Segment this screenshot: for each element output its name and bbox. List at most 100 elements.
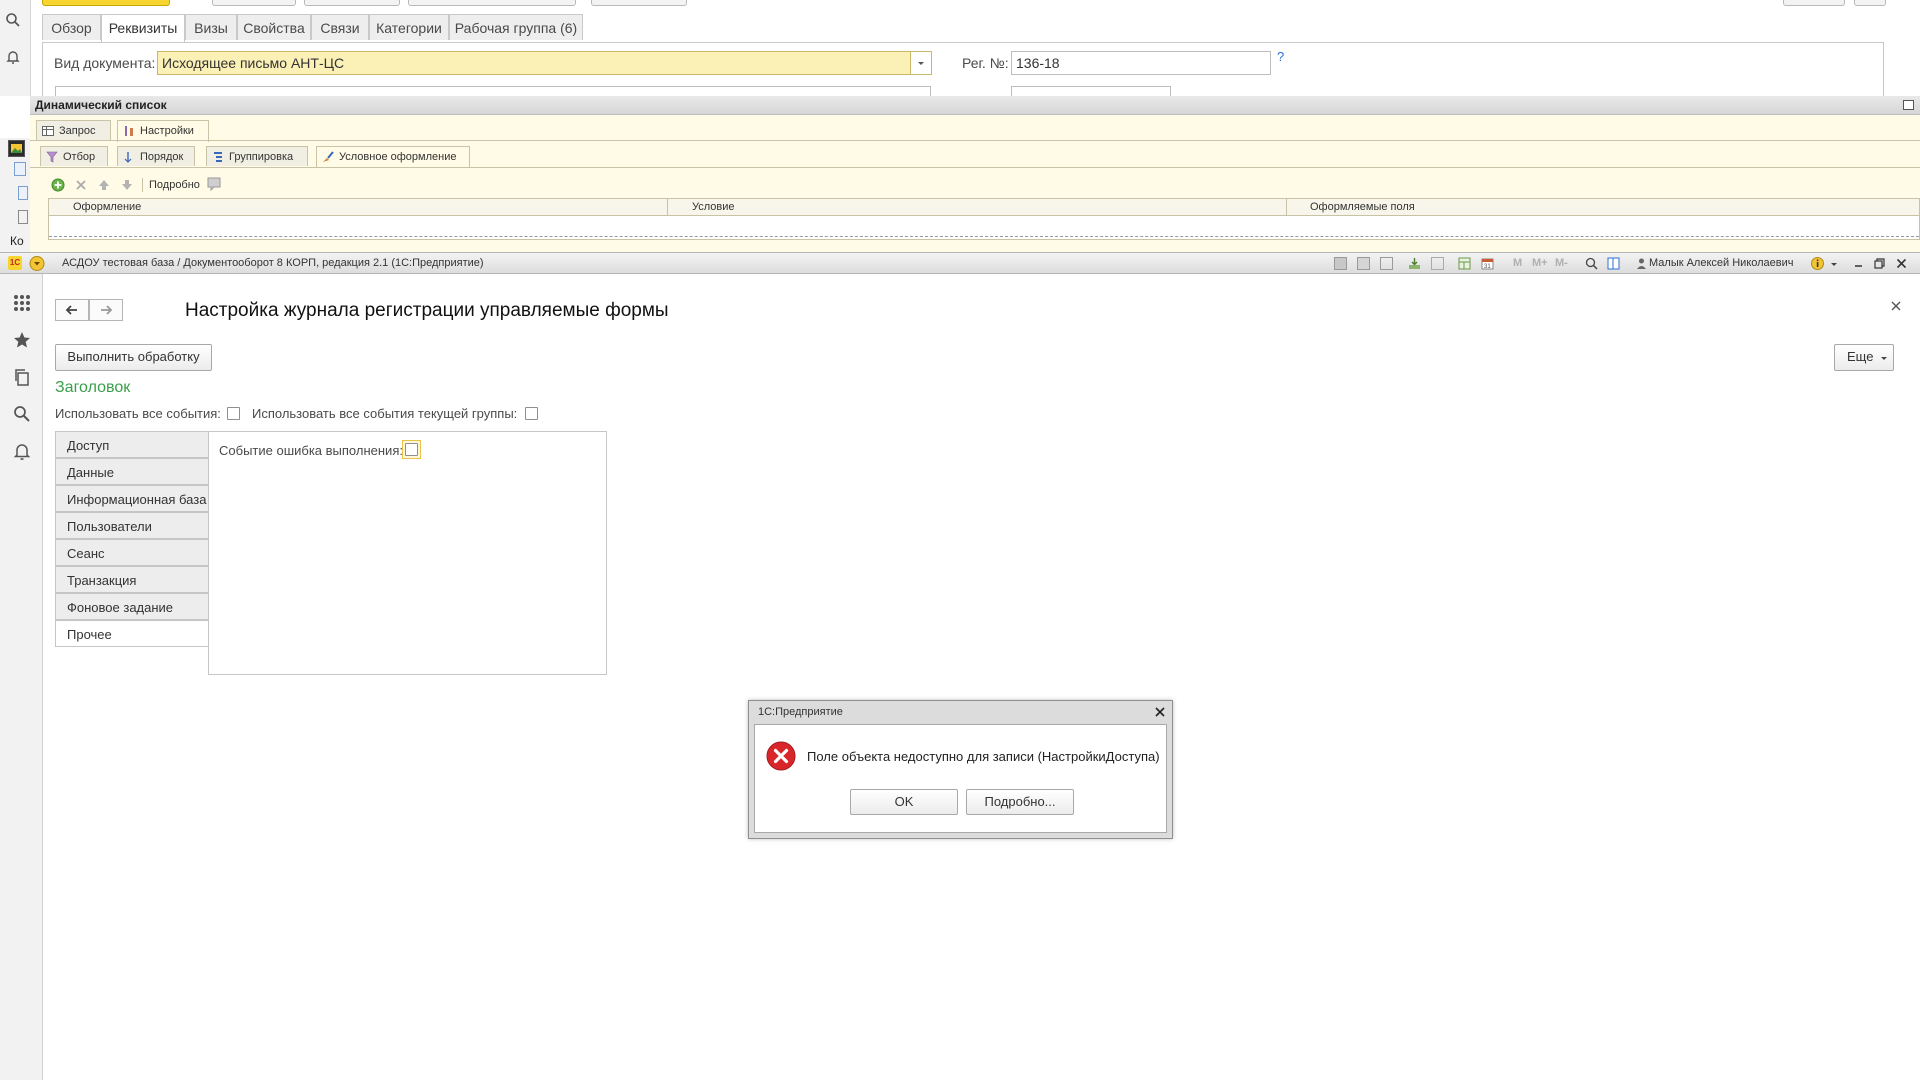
ok-button[interactable]: OK: [850, 789, 958, 815]
run-processing-button[interactable]: Выполнить обработку: [55, 344, 212, 371]
doc-type-label: Вид документа:: [54, 55, 156, 71]
vtab-other[interactable]: Прочее: [55, 620, 209, 647]
preview-icon[interactable]: [1380, 257, 1393, 270]
calendar-icon[interactable]: 31: [1481, 257, 1494, 270]
subtab-conditional-formatting[interactable]: Условное оформление: [316, 146, 470, 168]
vtab-infobase[interactable]: Информационная база: [55, 485, 209, 512]
separator: [142, 178, 143, 192]
bell-icon[interactable]: [13, 442, 31, 460]
tab-categories[interactable]: Категории: [369, 14, 449, 40]
info-icon[interactable]: [1811, 257, 1824, 270]
move-up-icon[interactable]: [98, 179, 110, 191]
bg-toolbar-button[interactable]: [42, 0, 170, 6]
comment-icon[interactable]: [207, 177, 223, 191]
bell-icon[interactable]: [5, 49, 21, 65]
column-header-condition[interactable]: Условие: [688, 199, 1287, 215]
add-icon[interactable]: [51, 178, 65, 192]
use-all-events-checkbox[interactable]: [227, 407, 240, 420]
restore-icon[interactable]: [1903, 100, 1914, 110]
search-icon[interactable]: [5, 12, 21, 28]
bg-toolbar-button[interactable]: [304, 0, 400, 6]
use-all-group-events-label: Использовать все события текущей группы:: [252, 406, 518, 421]
save-icon[interactable]: [1334, 257, 1347, 270]
move-down-icon[interactable]: [121, 179, 133, 191]
bg-toolbar-button[interactable]: [408, 0, 576, 6]
subtab-grouping[interactable]: Группировка: [206, 146, 308, 166]
reg-no-value: 136-18: [1016, 55, 1060, 71]
document-icon[interactable]: [1431, 257, 1444, 270]
vtab-transaction[interactable]: Транзакция: [55, 566, 209, 593]
event-error-checkbox[interactable]: [405, 443, 418, 456]
search-icon[interactable]: [13, 405, 31, 423]
dialog-close-icon[interactable]: [1154, 706, 1166, 718]
grouping-icon: [212, 151, 224, 163]
use-all-group-events-checkbox[interactable]: [525, 407, 538, 420]
vtab-access[interactable]: Доступ: [55, 431, 209, 458]
details-toggle[interactable]: Подробно: [149, 179, 200, 191]
subtab-order[interactable]: Порядок: [117, 146, 195, 166]
bg-toolbar-button[interactable]: [212, 0, 296, 6]
document-icon: [18, 186, 28, 200]
bg-date-field[interactable]: [1011, 86, 1171, 96]
calculator-icon[interactable]: [1458, 257, 1471, 270]
back-button[interactable]: [55, 299, 89, 321]
download-icon[interactable]: [1408, 257, 1421, 270]
bg-toolbar-button[interactable]: [1783, 0, 1845, 6]
zoom-icon[interactable]: [1585, 257, 1598, 270]
delete-icon[interactable]: [75, 179, 87, 191]
close-form-icon[interactable]: [1890, 300, 1902, 312]
help-mark[interactable]: ?: [1277, 49, 1284, 64]
user-name[interactable]: Малык Алексей Николаевич: [1649, 257, 1794, 269]
tab-query[interactable]: Запрос: [36, 120, 111, 140]
memory-plus-button[interactable]: M+: [1532, 257, 1548, 269]
memory-button[interactable]: M: [1513, 257, 1522, 269]
vtab-background-job[interactable]: Фоновое задание: [55, 593, 209, 620]
column-header-formatted-fields[interactable]: Оформляемые поля: [1306, 199, 1910, 215]
star-icon[interactable]: [13, 331, 31, 349]
image-icon[interactable]: [8, 140, 25, 157]
subtab-grouping-label: Группировка: [229, 151, 294, 163]
more-button-label: Еще: [1847, 349, 1874, 364]
event-error-checkbox-focus[interactable]: [402, 440, 421, 459]
tab-query-label: Запрос: [59, 125, 96, 137]
print-icon[interactable]: [1357, 257, 1370, 270]
user-icon: [1635, 257, 1648, 270]
details-button[interactable]: Подробно...: [966, 789, 1074, 815]
more-button[interactable]: Еще: [1834, 344, 1894, 371]
reg-no-field[interactable]: 136-18: [1011, 51, 1271, 75]
table-icon: [42, 125, 54, 137]
chevron-down-icon[interactable]: [1829, 257, 1842, 270]
vtab-session[interactable]: Сеанс: [55, 539, 209, 566]
settings-icon: [123, 125, 135, 137]
bg-partial-field[interactable]: [55, 86, 931, 96]
doc-type-field[interactable]: Исходящее письмо АНТ-ЦС: [157, 51, 932, 75]
close-icon[interactable]: [1895, 257, 1908, 270]
vtab-users[interactable]: Пользователи: [55, 512, 209, 539]
forward-button[interactable]: [89, 299, 123, 321]
restore-icon[interactable]: [1873, 257, 1886, 270]
tab-work-group[interactable]: Рабочая группа (6): [449, 14, 583, 40]
history-icon[interactable]: [13, 368, 31, 386]
section-sidebar: [0, 274, 43, 1080]
tab-settings[interactable]: Настройки: [117, 120, 209, 142]
apps-grid-icon[interactable]: [13, 294, 31, 312]
tab-requisites[interactable]: Реквизиты: [101, 14, 185, 43]
document-icon: [14, 162, 26, 176]
bg-left-toolbar: [0, 0, 31, 96]
subtab-filter[interactable]: Отбор: [40, 146, 108, 166]
panels-icon[interactable]: [1607, 257, 1620, 270]
minimize-icon[interactable]: [1852, 257, 1865, 270]
bg-toolbar-button[interactable]: [591, 0, 687, 6]
column-header-formatting[interactable]: Оформление: [69, 199, 668, 215]
memory-minus-button[interactable]: M-: [1555, 257, 1568, 269]
tab-links[interactable]: Связи: [311, 14, 369, 40]
tab-properties[interactable]: Свойства: [237, 14, 311, 40]
chevron-down-icon: [1879, 345, 1889, 370]
tab-overview[interactable]: Обзор: [42, 14, 101, 40]
dropdown-button[interactable]: [910, 52, 931, 74]
bg-toolbar-button[interactable]: [1854, 0, 1886, 6]
conditional-formatting-table-body[interactable]: [48, 216, 1920, 240]
tab-visas[interactable]: Визы: [185, 14, 237, 40]
main-menu-icon[interactable]: [29, 256, 45, 271]
vtab-data[interactable]: Данные: [55, 458, 209, 485]
